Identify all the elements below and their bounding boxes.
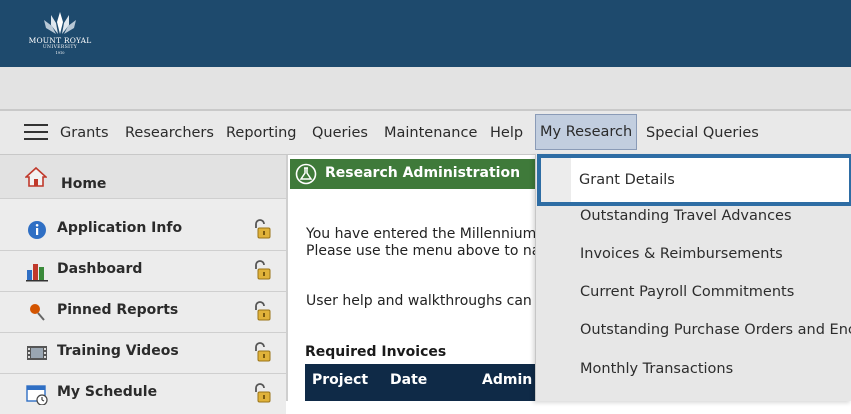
sidebar-item-label: Pinned Reports	[57, 302, 179, 318]
sidebar-item-application-info[interactable]: Application Info	[0, 210, 286, 251]
column-admin[interactable]: Admin	[482, 372, 532, 388]
menu-maintenance[interactable]: Maintenance	[384, 115, 477, 151]
main-menubar: Grants Researchers Reporting Queries Mai…	[0, 111, 851, 155]
pin-icon	[30, 304, 45, 321]
dropdown-item-invoices-reimbursements[interactable]: Invoices & Reimbursements	[580, 246, 783, 262]
sidebar-item-label: Application Info	[57, 220, 183, 236]
help-text: User help and walkthroughs can	[306, 293, 532, 309]
logo-subtitle: UNIVERSITY	[42, 45, 78, 50]
logo-name: MOUNT ROYAL	[28, 36, 92, 45]
sidebar-item-label: Training Videos	[57, 343, 179, 359]
menu-special-queries[interactable]: Special Queries	[646, 115, 759, 151]
panel-title: Research Administration	[325, 165, 521, 181]
dropdown-item-current-payroll-commitments[interactable]: Current Payroll Commitments	[580, 284, 794, 300]
sidebar-item-pinned-reports[interactable]: Pinned Reports	[0, 292, 286, 333]
unlock-icon[interactable]	[250, 259, 272, 281]
dropdown-item-outstanding-purchase-orders[interactable]: Outstanding Purchase Orders and Encu	[580, 322, 851, 338]
welcome-text-line-2: Please use the menu above to na	[306, 243, 541, 259]
sidebar-item-my-schedule[interactable]: My Schedule	[0, 374, 286, 414]
bar-chart-icon	[26, 264, 48, 282]
welcome-text-line-1: You have entered the Millennium	[306, 226, 537, 242]
sidebar: Home Application Info Dashboard Pinned R…	[0, 155, 288, 414]
unlock-icon[interactable]	[250, 218, 272, 240]
sidebar-item-dashboard[interactable]: Dashboard	[0, 251, 286, 292]
my-research-dropdown: Grant Details Outstanding Travel Advance…	[535, 154, 851, 401]
column-date[interactable]: Date	[390, 372, 427, 388]
sidebar-item-label: My Schedule	[57, 384, 158, 400]
panel-header: Research Administration	[290, 159, 540, 189]
info-icon	[28, 221, 46, 239]
required-invoices-title: Required Invoices	[305, 344, 447, 360]
column-project[interactable]: Project	[312, 372, 368, 388]
logo-mark-icon	[44, 12, 76, 34]
film-icon	[27, 346, 47, 360]
menu-grants[interactable]: Grants	[60, 115, 109, 151]
top-banner: MOUNT ROYAL UNIVERSITY 1910	[0, 0, 851, 67]
sidebar-item-training-videos[interactable]: Training Videos	[0, 333, 286, 374]
logo-year: 1910	[55, 51, 65, 55]
dropdown-item-monthly-transactions[interactable]: Monthly Transactions	[580, 361, 733, 377]
dropdown-item-label: Grant Details	[579, 172, 675, 188]
menu-help[interactable]: Help	[490, 115, 523, 151]
university-logo[interactable]: MOUNT ROYAL UNIVERSITY 1910	[28, 12, 92, 56]
sidebar-home-label: Home	[61, 176, 107, 192]
header-spacer	[0, 67, 851, 111]
dropdown-item-grant-details[interactable]: Grant Details	[537, 154, 851, 206]
menu-researchers[interactable]: Researchers	[125, 115, 214, 151]
invoices-table-header: Project Date Admin	[305, 364, 545, 401]
hamburger-menu-icon[interactable]	[24, 123, 48, 141]
menu-reporting[interactable]: Reporting	[226, 115, 297, 151]
unlock-icon[interactable]	[250, 300, 272, 322]
menu-queries[interactable]: Queries	[312, 115, 368, 151]
home-icon	[25, 166, 47, 187]
menu-my-research[interactable]: My Research	[535, 114, 638, 150]
sidebar-item-label: Dashboard	[57, 261, 143, 277]
dropdown-item-outstanding-travel-advances[interactable]: Outstanding Travel Advances	[580, 208, 792, 224]
flask-icon	[295, 163, 317, 185]
sidebar-item-home[interactable]: Home	[0, 155, 286, 199]
unlock-icon[interactable]	[250, 341, 272, 363]
calendar-icon	[26, 385, 48, 405]
